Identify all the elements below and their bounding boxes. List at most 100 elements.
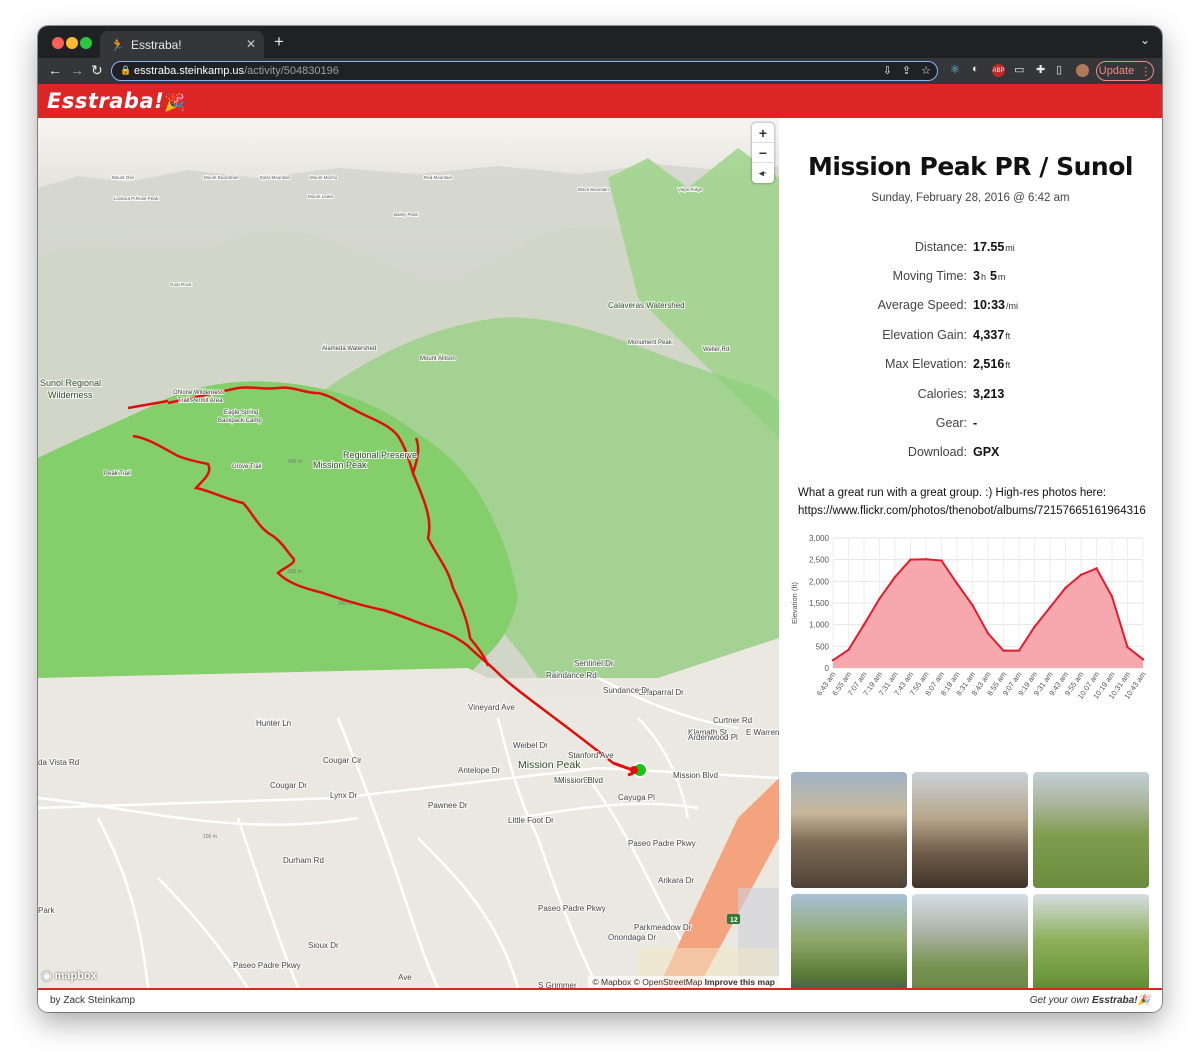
elevation-point[interactable] (1095, 567, 1098, 570)
url-host: esstraba.steinkamp.us (134, 65, 245, 77)
activity-photo-3[interactable] (1033, 772, 1149, 888)
get-your-own-link[interactable]: Get your own Esstraba!🎉 (1030, 995, 1150, 1006)
stat-label: Elevation Gain: (882, 327, 967, 342)
map-label: Weibel Dr (513, 741, 548, 750)
update-button[interactable]: Update ⋮ (1096, 61, 1154, 81)
maximize-window-button[interactable] (80, 37, 92, 49)
browser-tab[interactable]: 🏃 Esstraba! ✕ (100, 31, 264, 58)
gpx-download-link[interactable]: GPX (967, 445, 999, 459)
map-label: Grove Trail (232, 464, 261, 470)
elevation-point[interactable] (1141, 658, 1145, 661)
minimize-window-button[interactable] (66, 37, 78, 49)
activity-photo-4[interactable] (791, 894, 907, 988)
elevation-point[interactable] (1048, 606, 1052, 609)
elevation-point[interactable] (1126, 646, 1129, 649)
elevation-point[interactable] (862, 623, 866, 626)
elevation-point[interactable] (1033, 625, 1036, 629)
browser-window: 🏃 Esstraba! ✕ + ⌄ ← → ↻ 🔒 esstraba.stein… (38, 26, 1162, 1012)
map-label: Arikara Dr (658, 876, 694, 885)
share-icon[interactable]: ⇪ (902, 64, 911, 77)
zoom-in-button[interactable]: + (752, 123, 774, 143)
description-line-1: What a great run with a great group. :) … (798, 487, 1107, 499)
more-menu-icon[interactable]: ⋮ (1140, 65, 1151, 78)
tab-search-chevron-icon[interactable]: ⌄ (1140, 33, 1150, 47)
elevation-point[interactable] (924, 558, 928, 561)
map-attribution: © Mapbox © OpenStreetMap Improve this ma… (588, 976, 779, 988)
y-tick-label: 3,000 (809, 534, 830, 543)
stat-number: 17.55 (973, 239, 1005, 254)
address-bar[interactable]: 🔒 esstraba.steinkamp.us/activity/5048301… (111, 61, 938, 81)
map-label: Park (38, 906, 55, 915)
elevation-point[interactable] (1002, 649, 1005, 652)
forward-button[interactable]: → (70, 62, 84, 78)
back-button[interactable]: ← (48, 62, 62, 78)
stat-row: Average Speed: 10:33/mi (779, 291, 1162, 320)
install-icon[interactable]: ⇩ (883, 64, 892, 77)
dark-mode-extension-icon[interactable]: ◐ (972, 63, 979, 75)
elevation-point[interactable] (955, 582, 959, 585)
elevation-point[interactable] (1110, 595, 1114, 598)
map-label: Paseo Padre Pkwy (233, 961, 301, 970)
elevation-point[interactable] (940, 559, 943, 562)
close-window-button[interactable] (52, 37, 64, 49)
elevation-point[interactable] (909, 558, 912, 561)
elevation-point[interactable] (1017, 649, 1021, 652)
map-label: Little Foot Dr (508, 816, 554, 825)
map-label: Stanford Ave (568, 751, 614, 760)
elevation-point[interactable] (1064, 586, 1067, 590)
map-label: Eagle Spring (224, 410, 258, 416)
map-label: Cayuga Pl (618, 793, 655, 802)
adblock-extension-icon[interactable]: ABP (992, 64, 1005, 77)
elevation-point[interactable] (831, 659, 835, 662)
stat-number: 10:33 (973, 298, 1005, 313)
stat-number-2: 5 (989, 269, 997, 284)
bookmark-star-icon[interactable]: ☆ (921, 64, 931, 77)
mapbox-logo[interactable]: ◉ mapbox (42, 969, 97, 982)
sidebar-icon[interactable]: ▯ (1056, 63, 1062, 76)
new-tab-button[interactable]: + (274, 32, 284, 52)
map-label: Antelope Dr (458, 766, 501, 775)
activity-photo-6[interactable] (1033, 894, 1149, 988)
elevation-point[interactable] (878, 597, 881, 600)
route-map[interactable]: Sunol Regional Wilderness Mission Peak Regi… (38, 118, 779, 988)
map-label: Sunol Regional (40, 378, 101, 388)
stat-value: 3h 5m (967, 269, 1005, 283)
map-canvas[interactable]: Sunol RegionalWildernessMission PeakRegi… (38, 118, 779, 988)
map-label: Calaveras Watershed (608, 301, 685, 310)
map-label: Lynx Dr (330, 791, 358, 800)
browser-toolbar: ← → ↻ 🔒 esstraba.steinkamp.us/activity/5… (38, 58, 1162, 84)
extensions-puzzle-icon[interactable]: ✚ (1036, 63, 1045, 76)
description-link[interactable]: https://www.flickr.com/photos/thenobot/a… (798, 502, 1158, 520)
map-label: Paseo Padre Pkwy (628, 839, 696, 848)
map-label: Mount Lewis (308, 194, 334, 199)
app-header: Esstraba!🎉 (38, 84, 1162, 118)
close-tab-icon[interactable]: ✕ (246, 37, 256, 51)
stat-label: Download: (907, 445, 967, 460)
elevation-point[interactable] (971, 603, 974, 607)
activity-photo-2[interactable] (912, 772, 1028, 888)
esstraba-logo[interactable]: Esstraba!🎉 (47, 89, 186, 113)
activity-photo-1[interactable] (791, 772, 907, 888)
stat-row[interactable]: Download: GPX (779, 438, 1162, 467)
keyboard-extension-icon[interactable]: ▭ (1014, 63, 1024, 76)
elevation-point[interactable] (1079, 573, 1083, 577)
y-tick-label: 2,000 (809, 577, 830, 586)
compass-button[interactable]: ◂· (752, 163, 774, 183)
reload-button[interactable]: ↻ (91, 62, 103, 79)
elevation-point[interactable] (893, 575, 897, 579)
stat-number: 4,337 (973, 327, 1005, 342)
map-label: Goat Rock (170, 282, 192, 287)
zoom-out-button[interactable]: − (752, 143, 774, 163)
elevation-point[interactable] (986, 632, 990, 635)
activity-photo-5[interactable] (912, 894, 1028, 988)
elevation-point[interactable] (847, 648, 850, 651)
improve-map-link[interactable]: Improve this map (705, 977, 775, 987)
map-label: Sentinel Dr (574, 659, 614, 668)
react-extension-icon[interactable]: ⚛ (950, 63, 960, 76)
elevation-chart: 05001,0001,5002,0002,5003,0006:43 am6:55… (790, 534, 1148, 701)
map-label: Red Mountain (424, 175, 453, 180)
stat-number: - (973, 416, 978, 431)
map-label: Ohlone Wilderness (173, 390, 224, 396)
profile-avatar[interactable] (1076, 64, 1089, 77)
end-marker[interactable] (630, 766, 638, 774)
